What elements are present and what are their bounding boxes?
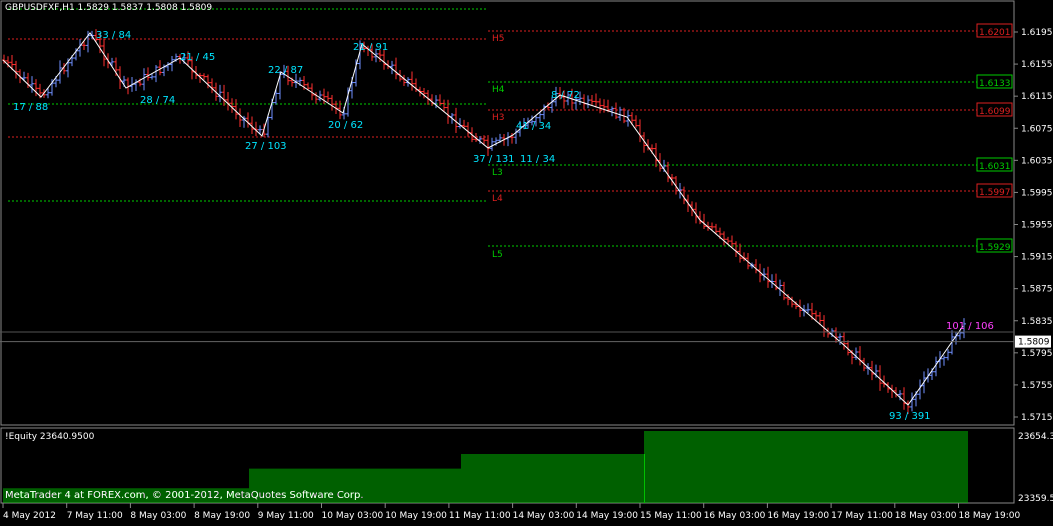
wave-label: 11 / 34 <box>520 154 555 165</box>
pivot-name-h5: H5 <box>492 34 505 44</box>
wave-label: 27 / 103 <box>245 141 287 152</box>
pivot-name-l5: L5 <box>492 250 503 260</box>
time-tick-label: 15 May 11:00 <box>640 511 702 521</box>
wave-label: 17 / 88 <box>13 102 48 113</box>
time-tick-label: 11 May 11:00 <box>449 511 511 521</box>
time-tick-label: 18 May 19:00 <box>959 511 1021 521</box>
time-tick-label: 16 May 03:00 <box>704 511 766 521</box>
price-tick-label: 1.5795 <box>1021 349 1053 359</box>
equity-axis-bottom: 23359.5 <box>1018 494 1053 504</box>
price-tick-label: 1.6195 <box>1021 28 1053 38</box>
pivot-value-l4: 1.5997 <box>979 188 1011 198</box>
wave-label: 21 / 45 <box>180 52 215 63</box>
wave-label: 22 / 87 <box>268 65 303 76</box>
symbol-title: GBPUSDFXF,H1 1.5829 1.5837 1.5808 1.5809 <box>5 3 213 13</box>
wave-label: 33 / 84 <box>96 30 131 41</box>
price-tick-label: 1.5995 <box>1021 188 1053 198</box>
wave-label: 20 / 62 <box>328 120 363 131</box>
copyright-text: MetaTrader 4 at FOREX.com, © 2001-2012, … <box>5 490 364 501</box>
wave-label: 93 / 391 <box>889 411 931 422</box>
wave-label: 37 / 131 <box>473 154 515 165</box>
wave-label: 101 / 106 <box>946 321 994 332</box>
time-tick-label: 10 May 03:00 <box>322 511 384 521</box>
price-tick-label: 1.6075 <box>1021 124 1053 134</box>
pivot-name-l4: L4 <box>492 194 503 204</box>
price-tick-label: 1.5915 <box>1021 253 1053 263</box>
price-tick-label: 1.6035 <box>1021 156 1053 166</box>
time-tick-label: 10 May 19:00 <box>385 511 447 521</box>
pivot-name-h3: H3 <box>492 113 505 123</box>
pivot-value-h4: 1.6133 <box>979 79 1011 89</box>
wave-label: 28 / 74 <box>140 95 175 106</box>
pivot-value-l5: 1.5929 <box>979 243 1011 253</box>
pivot-value-h3: 1.6099 <box>979 107 1011 117</box>
mt4-chart-window: H5 1.6201 H4 1.6133 H3 1.6099 L3 1.6031 L4 1.5997… <box>0 0 1053 522</box>
price-tick-label: 1.5755 <box>1021 381 1053 391</box>
price-tick-label: 1.5715 <box>1021 413 1053 423</box>
chart-canvas[interactable]: H5 1.6201 H4 1.6133 H3 1.6099 L3 1.6031 L4 1.5997… <box>0 0 1053 522</box>
wave-label: 21 / 91 <box>353 42 388 53</box>
time-tick-label: 18 May 03:00 <box>895 511 957 521</box>
pivot-value-h5: 1.6201 <box>979 28 1011 38</box>
time-tick-label: 4 May 2012 <box>3 511 56 521</box>
pivot-value-l3: 1.6031 <box>979 162 1011 172</box>
equity-title: !Equity 23640.9500 <box>5 432 95 442</box>
price-tick-label: 1.6115 <box>1021 92 1053 102</box>
time-tick-label: 8 May 19:00 <box>194 511 250 521</box>
pivot-name-l3: L3 <box>492 168 503 178</box>
time-tick-label: 9 May 11:00 <box>258 511 314 521</box>
time-tick-label: 7 May 11:00 <box>67 511 123 521</box>
price-tick-label: 1.5875 <box>1021 285 1053 295</box>
time-tick-label: 16 May 19:00 <box>767 511 829 521</box>
equity-axis-top: 23654.3 <box>1018 432 1053 442</box>
price-tick-label: 1.6155 <box>1021 60 1053 70</box>
wave-label: 41 / 34 <box>516 121 551 132</box>
time-tick-label: 14 May 03:00 <box>513 511 575 521</box>
wave-label: 8 / 72 <box>551 90 580 101</box>
time-tick-label: 17 May 11:00 <box>831 511 893 521</box>
current-price-label: 1.5809 <box>1018 338 1050 348</box>
price-tick-label: 1.5955 <box>1021 221 1053 231</box>
price-tick-label: 1.5835 <box>1021 317 1053 327</box>
time-tick-label: 14 May 19:00 <box>576 511 638 521</box>
time-tick-label: 8 May 03:00 <box>130 511 186 521</box>
pivot-name-h4: H4 <box>492 85 505 95</box>
